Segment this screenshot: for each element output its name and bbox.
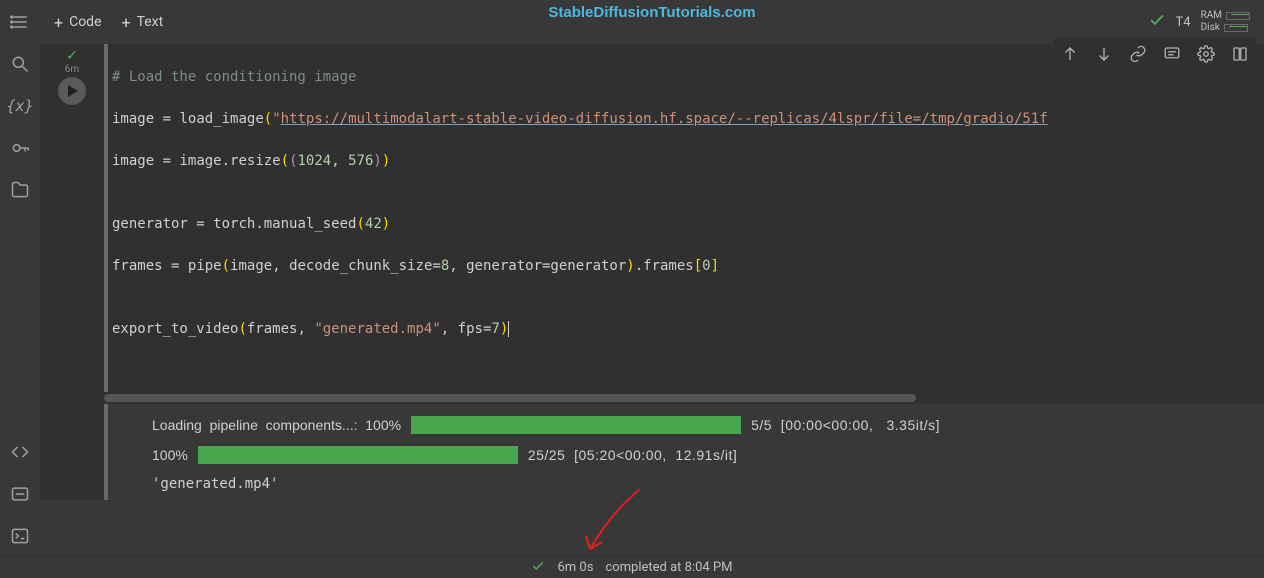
plus-icon: + — [122, 13, 131, 32]
runtime-type[interactable]: T4 — [1176, 15, 1191, 30]
search-icon[interactable] — [6, 50, 34, 78]
toc-icon[interactable] — [6, 8, 34, 36]
secrets-icon[interactable] — [6, 134, 34, 162]
cell-output: Loading pipeline components...: 100% 5/5… — [104, 404, 1264, 500]
disk-label: Disk — [1201, 22, 1220, 34]
cell-gutter: ✓ 6m — [40, 44, 104, 500]
exec-duration: 6m — [65, 64, 79, 75]
progress-stats: 5/5 [00:00<00:00, 3.35it/s] — [751, 417, 940, 433]
run-cell-button[interactable] — [58, 77, 86, 105]
add-code-button[interactable]: + Code — [54, 13, 102, 32]
exec-completed-at: completed at 8:04 PM — [605, 560, 732, 575]
move-down-icon[interactable] — [1090, 40, 1118, 68]
add-text-button[interactable]: + Text — [122, 13, 164, 32]
link-icon[interactable] — [1124, 40, 1152, 68]
notebook-main: ✓ 6m # Load the conditioning image image… — [40, 44, 1264, 556]
ram-bar — [1226, 12, 1250, 20]
status-bar: 6m 0s completed at 8:04 PM — [0, 556, 1264, 578]
text-cursor — [508, 321, 509, 337]
variables-icon[interactable]: {x} — [6, 92, 34, 120]
move-up-icon[interactable] — [1056, 40, 1084, 68]
comment-icon[interactable] — [1158, 40, 1186, 68]
command-palette-icon[interactable] — [6, 480, 34, 508]
runtime-status: T4 RAM Disk — [1148, 10, 1251, 34]
progress-bar — [411, 416, 741, 434]
add-text-label: Text — [137, 14, 164, 30]
exec-duration: 6m 0s — [557, 560, 593, 575]
resource-meter[interactable]: RAM Disk — [1201, 10, 1250, 34]
checkmark-icon — [531, 559, 545, 577]
mirror-icon[interactable] — [1226, 40, 1254, 68]
files-icon[interactable] — [6, 176, 34, 204]
ram-label: RAM — [1201, 10, 1222, 22]
progress-bar — [198, 446, 518, 464]
progress-stats: 25/25 [05:20<00:00, 12.91s/it] — [528, 447, 737, 463]
checkmark-icon: ✓ — [66, 48, 78, 64]
left-sidebar: {x} — [0, 0, 40, 578]
code-snippets-icon[interactable] — [6, 438, 34, 466]
plus-icon: + — [54, 13, 63, 32]
progress-label: Loading pipeline components...: 100% — [152, 417, 401, 433]
code-editor[interactable]: # Load the conditioning image image = lo… — [104, 44, 1264, 392]
progress-row: Loading pipeline components...: 100% 5/5… — [152, 416, 1256, 434]
watermark: StableDiffusionTutorials.com — [548, 4, 755, 21]
add-code-label: Code — [69, 14, 101, 30]
checkmark-icon — [1148, 11, 1166, 33]
progress-row: 100% 25/25 [05:20<00:00, 12.91s/it] — [152, 446, 1256, 464]
output-text: 'generated.mp4' — [152, 476, 1256, 492]
cell-body: # Load the conditioning image image = lo… — [104, 44, 1264, 500]
progress-label: 100% — [152, 447, 188, 463]
code-cell: ✓ 6m # Load the conditioning image image… — [40, 44, 1264, 500]
horizontal-scrollbar[interactable] — [104, 392, 1264, 404]
disk-bar — [1224, 24, 1248, 32]
terminal-icon[interactable] — [6, 522, 34, 550]
settings-icon[interactable] — [1192, 40, 1220, 68]
cell-toolbar — [1054, 38, 1256, 70]
